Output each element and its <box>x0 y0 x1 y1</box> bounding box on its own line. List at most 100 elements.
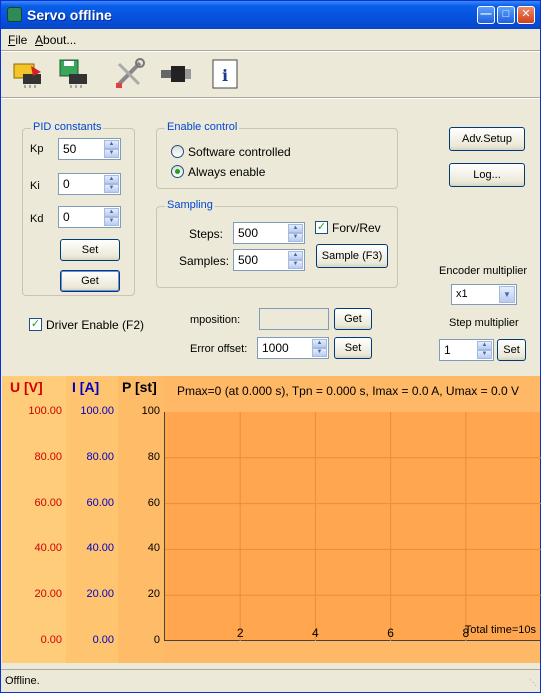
error-up-icon[interactable]: ▲ <box>312 339 327 348</box>
log-button[interactable]: Log... <box>449 163 525 187</box>
axis-1-tick: 40.00 <box>86 542 114 555</box>
ki-down-icon[interactable]: ▼ <box>104 184 119 193</box>
step-up-icon[interactable]: ▲ <box>477 341 492 350</box>
step-multiplier-label: Step multiplier <box>449 317 519 329</box>
samples-input[interactable]: 500 ▲ ▼ <box>233 249 305 271</box>
sampling-group: Sampling Steps: 500 ▲ ▼ Samples: 500 ▲ ▼ ✓… <box>156 199 398 288</box>
error-offset-set-button[interactable]: Set <box>334 337 372 359</box>
step-multiplier-input[interactable]: 1 ▲ ▼ <box>439 339 494 361</box>
toolbar-separator <box>1 97 540 99</box>
kd-input[interactable]: 0 ▲ ▼ <box>58 206 121 228</box>
steps-up-icon[interactable]: ▲ <box>288 224 303 233</box>
kp-up-icon[interactable]: ▲ <box>104 140 119 149</box>
ki-spinner[interactable]: ▲ ▼ <box>104 175 119 193</box>
samples-spinner[interactable]: ▲ ▼ <box>288 251 303 269</box>
error-down-icon[interactable]: ▼ <box>312 348 327 357</box>
plot-canvas[interactable]: 2468 Total time=10s <box>164 412 541 641</box>
mposition-field[interactable] <box>259 308 329 330</box>
ki-input[interactable]: 0 ▲ ▼ <box>58 173 121 195</box>
x-tick-label: 4 <box>312 626 319 640</box>
step-multiplier-set-button[interactable]: Set <box>497 339 526 361</box>
step-down-icon[interactable]: ▼ <box>477 350 492 359</box>
forv-rev-checkbox[interactable]: ✓ <box>315 221 328 234</box>
menu-bar: File About... <box>1 30 540 50</box>
chevron-down-icon[interactable]: ▼ <box>499 286 515 303</box>
current-axis-label: I [A] <box>72 379 100 395</box>
connector-button[interactable] <box>159 58 193 90</box>
axis-2-tick: 0 <box>153 634 160 646</box>
menu-about-accel: A <box>35 33 44 47</box>
software-controlled-radio[interactable] <box>171 145 184 158</box>
ki-label: Ki <box>30 180 40 192</box>
samples-down-icon[interactable]: ▼ <box>288 260 303 269</box>
close-button[interactable]: ✕ <box>517 6 535 24</box>
pid-constants-title: PID constants <box>31 121 104 133</box>
tools-icon <box>116 58 145 88</box>
axis-2-tick: 40 <box>147 542 160 555</box>
ki-up-icon[interactable]: ▲ <box>104 175 119 184</box>
resize-grip-icon[interactable]: ⋱ <box>529 678 537 687</box>
x-tick-label: 6 <box>387 626 394 640</box>
axis-2-tick: 100 <box>141 405 160 417</box>
samples-up-icon[interactable]: ▲ <box>288 251 303 260</box>
maximize-icon: □ <box>502 8 510 20</box>
axis-2-tick: 20 <box>147 588 160 601</box>
pid-set-button[interactable]: Set <box>60 239 120 261</box>
axis-2-tick: 60 <box>147 496 160 509</box>
kd-down-icon[interactable]: ▼ <box>104 217 119 226</box>
load-chip-icon <box>13 63 41 88</box>
sampling-title: Sampling <box>165 199 215 211</box>
menu-about[interactable]: About... <box>35 33 76 47</box>
step-multiplier-value: 1 <box>444 343 451 357</box>
chart-title: Pmax=0 (at 0.000 s), Tpn = 0.000 s, Imax… <box>177 384 519 398</box>
kp-down-icon[interactable]: ▼ <box>104 149 119 158</box>
kp-input[interactable]: 50 ▲ ▼ <box>58 138 121 160</box>
kp-spinner[interactable]: ▲ ▼ <box>104 140 119 158</box>
axis-1-tick: 60.00 <box>86 496 114 509</box>
minimize-button[interactable]: — <box>477 6 495 24</box>
driver-enable-checkbox[interactable]: ✓ <box>29 318 42 331</box>
position-axis-label: P [st] <box>122 379 157 395</box>
sample-button[interactable]: Sample (F3) <box>316 244 388 268</box>
enable-control-group: Enable control Software controlled Alway… <box>156 121 398 189</box>
axis-0-tick: 100.00 <box>28 405 62 417</box>
save-chip-icon <box>59 59 87 88</box>
voltage-axis-label: U [V] <box>10 379 43 395</box>
status-bar: Offline. ⋱ <box>1 669 540 692</box>
steps-input[interactable]: 500 ▲ ▼ <box>233 222 305 244</box>
step-multiplier-spinner[interactable]: ▲ ▼ <box>477 341 492 359</box>
driver-enable-label: Driver Enable (F2) <box>46 318 145 332</box>
x-tick-label: 2 <box>237 626 244 640</box>
save-chip-button[interactable] <box>57 58 91 90</box>
current-axis: I [A] <box>66 376 118 663</box>
pid-get-button[interactable]: Get <box>60 270 120 292</box>
samples-value: 500 <box>238 253 259 267</box>
steps-spinner[interactable]: ▲ ▼ <box>288 224 303 242</box>
kd-value: 0 <box>63 210 70 224</box>
adv-setup-button[interactable]: Adv.Setup <box>449 127 525 151</box>
app-icon <box>7 7 22 22</box>
encoder-multiplier-value: x1 <box>456 288 468 300</box>
kd-up-icon[interactable]: ▲ <box>104 208 119 217</box>
kd-spinner[interactable]: ▲ ▼ <box>104 208 119 226</box>
menu-about-rest: bout... <box>43 33 77 47</box>
load-chip-button[interactable] <box>11 58 45 90</box>
connector-icon <box>161 66 191 82</box>
tools-button[interactable] <box>113 58 147 90</box>
mposition-get-button[interactable]: Get <box>334 308 372 330</box>
axis-0-tick: 40.00 <box>34 542 62 555</box>
error-offset-input[interactable]: 1000 ▲ ▼ <box>257 337 329 359</box>
info-button[interactable]: i <box>209 58 243 90</box>
axis-1-tick: 20.00 <box>86 588 114 601</box>
axis-2-tick: 80 <box>147 450 160 463</box>
always-enable-radio[interactable] <box>171 165 184 178</box>
steps-down-icon[interactable]: ▼ <box>288 233 303 242</box>
title-bar[interactable]: Servo offline — □ ✕ <box>1 1 540 29</box>
encoder-multiplier-select[interactable]: x1 ▼ <box>451 284 517 305</box>
menu-file[interactable]: File <box>8 33 27 47</box>
error-offset-value: 1000 <box>262 341 289 355</box>
info-glyph: i <box>222 66 228 85</box>
error-offset-spinner[interactable]: ▲ ▼ <box>312 339 327 357</box>
axis-0-tick: 80.00 <box>34 450 62 463</box>
maximize-button[interactable]: □ <box>497 6 515 24</box>
